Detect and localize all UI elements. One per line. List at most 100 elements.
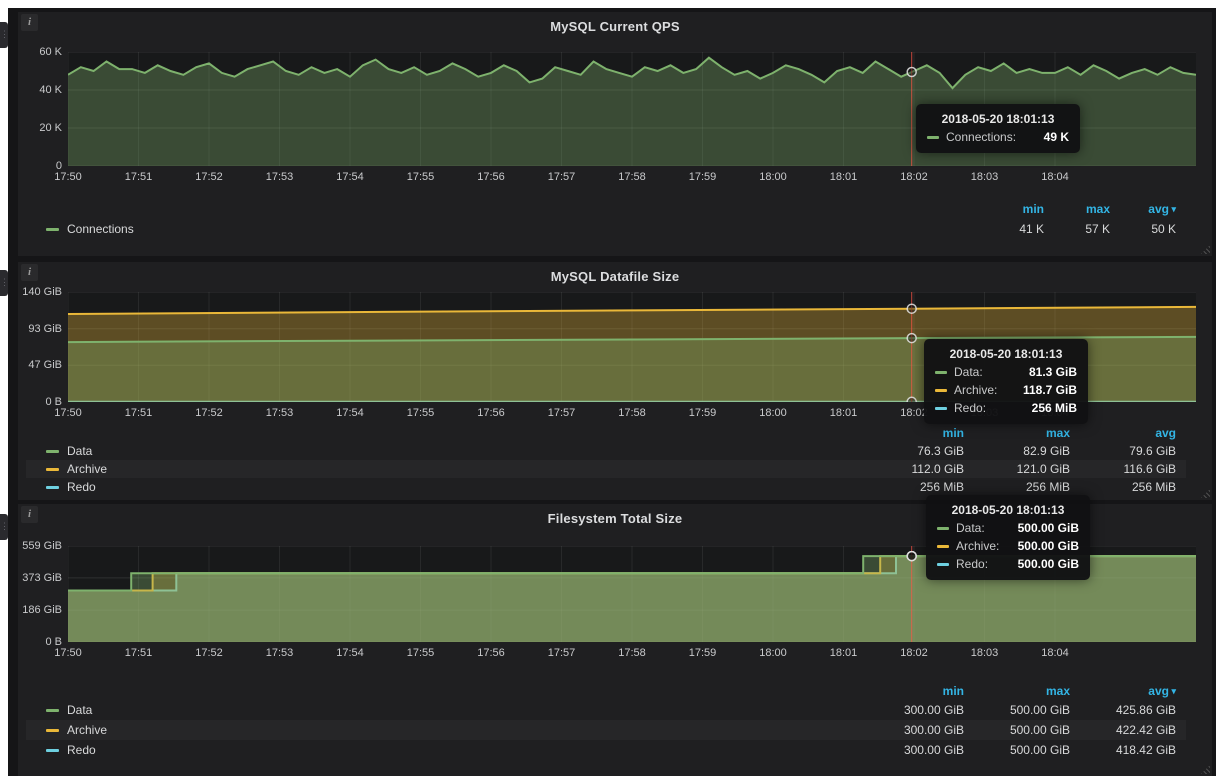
x-tick-label: 17:53 <box>266 171 294 183</box>
x-tick-label: 17:54 <box>336 647 364 659</box>
legend-min-value: 300.00 GiB <box>868 703 974 717</box>
crosshair-point-connections <box>907 68 916 77</box>
x-tick-label: 17:51 <box>125 171 153 183</box>
legend-series-row: Redo256 MiB256 MiB256 MiB <box>26 478 1186 496</box>
x-tick-label: 17:53 <box>266 647 294 659</box>
tooltip-series-label: Redo: <box>956 557 988 571</box>
legend: minmaxavg ▾Data300.00 GiB500.00 GiB425.8… <box>26 682 1186 760</box>
legend-sort-min[interactable]: min <box>868 684 974 698</box>
legend-series-toggle[interactable]: Data <box>26 703 868 717</box>
row-drag-handle[interactable]: ⋮ <box>0 514 8 540</box>
y-tick-label: 60 K <box>18 46 62 58</box>
legend-sort-avg[interactable]: avg <box>1080 426 1186 440</box>
x-tick-label: 17:52 <box>195 647 223 659</box>
tooltip-series-row: Archive:118.7 GiB <box>935 383 1077 397</box>
x-tick-label: 17:50 <box>54 647 82 659</box>
legend-sort-min[interactable]: min <box>868 426 974 440</box>
tooltip-series-swatch-icon <box>927 136 939 139</box>
x-tick-label: 18:02 <box>900 647 928 659</box>
x-tick-label: 17:58 <box>618 171 646 183</box>
panel-resize-handle[interactable] <box>1201 765 1210 774</box>
tooltip-series-value: 500.00 GiB <box>1002 521 1079 535</box>
legend-series-row: Archive 112.0 GiB121.0 GiB116.6 GiB <box>26 460 1186 478</box>
legend-series-toggle[interactable]: Data <box>26 444 868 458</box>
x-tick-label: 17:53 <box>266 407 294 419</box>
panel-resize-handle[interactable] <box>1201 489 1210 498</box>
y-tick-label: 40 K <box>18 84 62 96</box>
panel-resize-handle[interactable] <box>1201 245 1210 254</box>
legend-min-value: 112.0 GiB <box>868 462 974 476</box>
x-tick-label: 17:57 <box>548 407 576 419</box>
legend-sort-avg[interactable]: avg ▾ <box>1120 202 1186 216</box>
tooltip-series-swatch-icon <box>937 545 949 548</box>
legend-series-toggle[interactable]: Connections <box>26 222 988 236</box>
legend-max-value: 500.00 GiB <box>974 723 1080 737</box>
legend-max-value: 121.0 GiB <box>974 462 1080 476</box>
crosshair-point-redo <box>907 552 916 561</box>
panel-title[interactable]: MySQL Datafile Size <box>18 262 1212 284</box>
x-tick-label: 17:55 <box>407 171 435 183</box>
panel-info-icon[interactable]: i <box>21 14 38 31</box>
panel-info-icon[interactable]: i <box>21 264 38 281</box>
graph-tooltip: 2018-05-20 18:01:13Data:500.00 GiBArchiv… <box>926 495 1090 580</box>
tooltip-series-row: Data:81.3 GiB <box>935 365 1077 379</box>
x-tick-label: 17:56 <box>477 407 505 419</box>
x-tick-label: 18:00 <box>759 647 787 659</box>
legend-series-row: Connections41 K57 K50 K <box>26 218 1186 240</box>
x-tick-label: 18:01 <box>830 171 858 183</box>
tooltip-series-row: Connections:49 K <box>927 130 1069 144</box>
legend-series-toggle[interactable]: Redo <box>26 480 868 494</box>
series-name: Redo <box>67 743 96 757</box>
tooltip-series-value: 118.7 GiB <box>1007 383 1077 397</box>
series-name: Data <box>67 444 92 458</box>
legend-sort-max[interactable]: max <box>974 684 1080 698</box>
panel-info-icon[interactable]: i <box>21 506 38 523</box>
series-name: Archive <box>67 462 107 476</box>
panel-title[interactable]: MySQL Current QPS <box>18 12 1212 34</box>
x-tick-label: 17:52 <box>195 171 223 183</box>
y-tick-label: 93 GiB <box>18 323 62 335</box>
legend-avg-value: 116.6 GiB <box>1080 462 1186 476</box>
x-tick-label: 17:55 <box>407 407 435 419</box>
series-color-swatch-icon <box>46 228 59 231</box>
series-name: Connections <box>67 222 134 236</box>
series-color-swatch-icon <box>46 749 59 752</box>
series-name: Archive <box>67 723 107 737</box>
legend-sort-max[interactable]: max <box>974 426 1080 440</box>
tooltip-series-row: Archive:500.00 GiB <box>937 539 1079 553</box>
x-tick-label: 18:03 <box>971 647 999 659</box>
series-name: Redo <box>67 480 96 494</box>
legend-series-toggle[interactable]: Archive <box>26 723 868 737</box>
tooltip-series-row: Redo:256 MiB <box>935 401 1077 415</box>
tooltip-series-row: Redo:500.00 GiB <box>937 557 1079 571</box>
tooltip-series-label: Archive: <box>956 539 999 553</box>
x-tick-label: 17:54 <box>336 171 364 183</box>
legend-max-value: 57 K <box>1054 222 1120 236</box>
legend-sort-min[interactable]: min <box>988 202 1054 216</box>
x-axis-labels: 17:5017:5117:5217:5317:5417:5517:5617:57… <box>68 642 1196 660</box>
legend-series-row: Redo300.00 GiB500.00 GiB418.42 GiB <box>26 740 1186 760</box>
x-tick-label: 18:01 <box>830 647 858 659</box>
x-tick-label: 17:56 <box>477 647 505 659</box>
legend-series-toggle[interactable]: Redo <box>26 743 868 757</box>
x-tick-label: 17:54 <box>336 407 364 419</box>
y-tick-label: 559 GiB <box>18 540 62 552</box>
legend-sort-avg[interactable]: avg ▾ <box>1080 684 1186 698</box>
legend-series-toggle[interactable]: Archive <box>26 462 868 476</box>
series-color-swatch-icon <box>46 729 59 732</box>
legend-max-value: 500.00 GiB <box>974 743 1080 757</box>
legend-header-row: minmaxavg ▾ <box>26 682 1186 700</box>
x-tick-label: 18:04 <box>1041 647 1069 659</box>
x-tick-label: 18:04 <box>1041 171 1069 183</box>
legend-avg-value: 425.86 GiB <box>1080 703 1186 717</box>
row-drag-handle[interactable]: ⋮ <box>0 22 8 48</box>
tooltip-series-label: Data: <box>956 521 985 535</box>
x-tick-label: 17:50 <box>54 407 82 419</box>
y-tick-label: 140 GiB <box>18 286 62 298</box>
legend: minmaxavg ▾ Connections41 K57 K50 K <box>26 200 1186 240</box>
row-drag-handle[interactable]: ⋮ <box>0 270 8 296</box>
x-tick-label: 18:02 <box>900 171 928 183</box>
x-tick-label: 17:57 <box>548 647 576 659</box>
legend-sort-max[interactable]: max <box>1054 202 1120 216</box>
legend-avg-value: 422.42 GiB <box>1080 723 1186 737</box>
